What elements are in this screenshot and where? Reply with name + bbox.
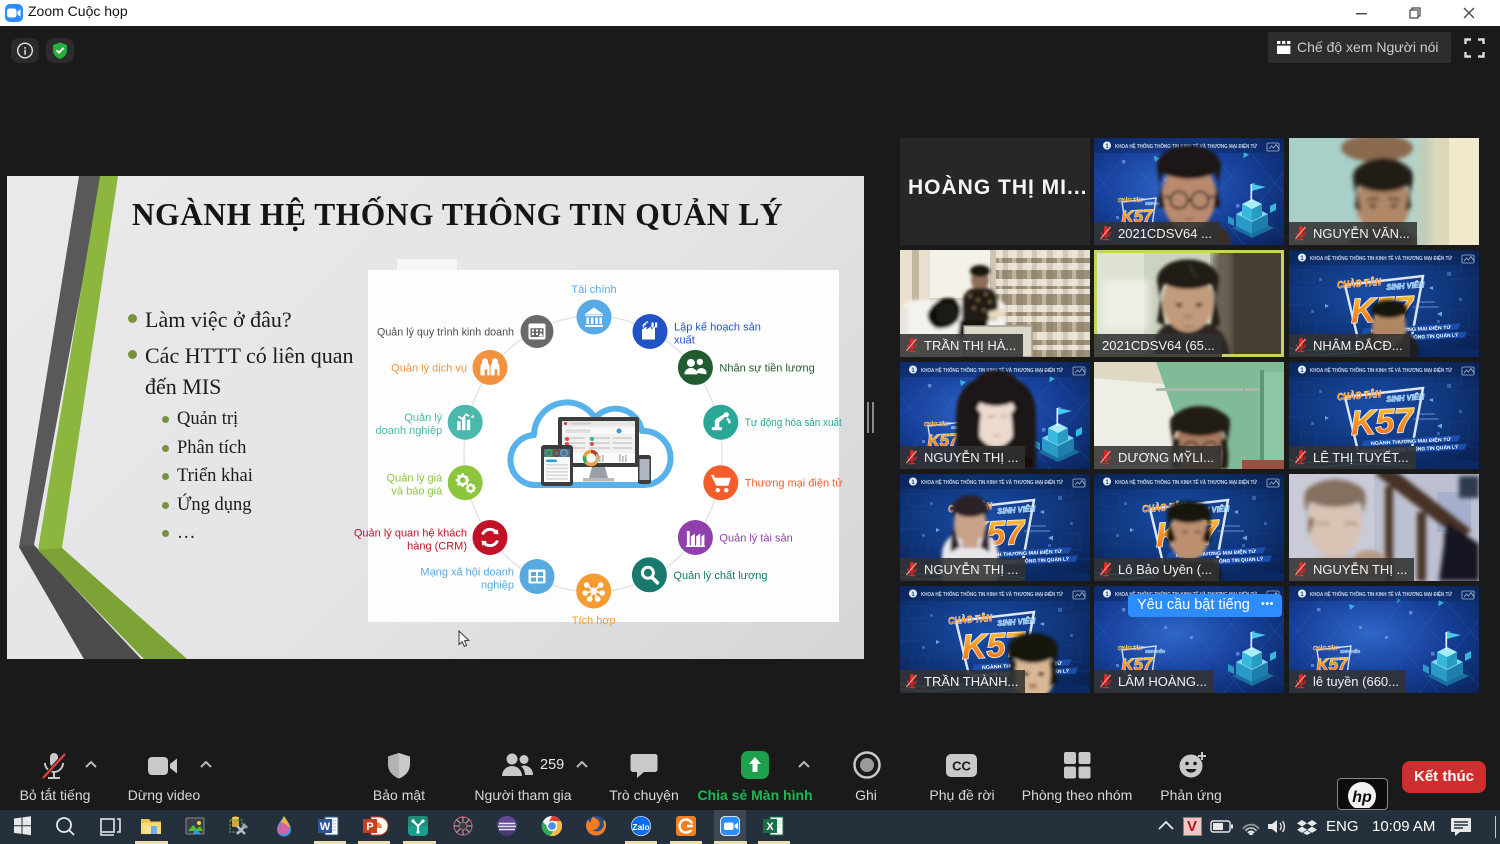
svg-text:W: W (320, 821, 331, 833)
svg-text:X: X (766, 821, 774, 833)
svg-text:Quản lý quan hệ khách: Quản lý quan hệ khách (354, 528, 467, 540)
svg-text:CC: CC (952, 759, 971, 774)
svg-text:Quản lý quy trình kinh doanh: Quản lý quy trình kinh doanh (377, 327, 514, 339)
svg-text:Tích hợp: Tích hợp (572, 615, 616, 627)
svg-text:Zalo: Zalo (632, 822, 649, 832)
svg-text:Quản lý chất lượng: Quản lý chất lượng (673, 570, 767, 582)
svg-text:Nhân sự tiền lương: Nhân sự tiền lương (719, 362, 814, 374)
svg-text:xuất: xuất (674, 335, 695, 347)
svg-text:Lập kế hoạch sản: Lập kế hoạch sản (674, 322, 761, 334)
svg-text:Tự động hóa sản xuất: Tự động hóa sản xuất (745, 417, 842, 429)
svg-text:Tài chính: Tài chính (571, 284, 616, 296)
svg-text:Mạng xã hội doanh: Mạng xã hội doanh (420, 567, 514, 579)
svg-text:doanh nghiệp: doanh nghiệp (376, 425, 443, 437)
svg-text:hàng (CRM): hàng (CRM) (407, 541, 467, 553)
svg-text:hp: hp (1352, 789, 1372, 806)
svg-text:nghiệp: nghiệp (481, 580, 514, 592)
svg-text:Thương mại điện tử: Thương mại điện tử (745, 478, 843, 490)
svg-text:P: P (366, 821, 373, 833)
svg-text:và báo giá: và báo giá (391, 486, 443, 498)
svg-text:Quản lý tài sản: Quản lý tài sản (719, 533, 792, 545)
svg-text:Quản lý: Quản lý (404, 412, 442, 424)
svg-text:Quản lý dịch vụ: Quản lý dịch vụ (391, 362, 467, 374)
svg-text:Quản lý giá: Quản lý giá (387, 473, 444, 485)
